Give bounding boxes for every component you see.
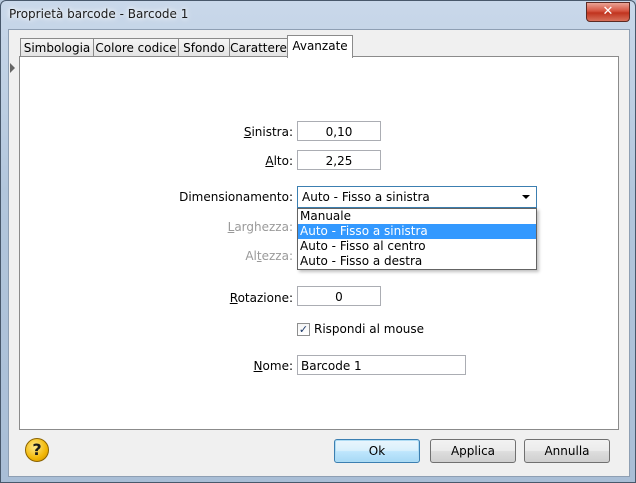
applica-button[interactable]: Applica (430, 439, 516, 463)
rotazione-label: Rotazione: (229, 291, 293, 305)
chevron-down-icon[interactable] (522, 195, 530, 199)
ok-button[interactable]: Ok (334, 439, 420, 463)
nome-label: Nome: (253, 359, 293, 373)
sinistra-label: Sinistra: (243, 125, 293, 139)
sinistra-input[interactable]: 0,10 (297, 121, 381, 141)
dimensionamento-selected-value: Auto - Fisso a sinistra (302, 190, 430, 204)
tab-avanzate[interactable]: Avanzate (287, 35, 353, 58)
dimensionamento-label: Dimensionamento: (179, 190, 293, 204)
dimensionamento-dropdown-list: Manuale Auto - Fisso a sinistra Auto - F… (297, 208, 537, 270)
title-bar[interactable]: Proprietà barcode - Barcode 1 ✕ (1, 1, 635, 29)
close-button[interactable]: ✕ (586, 2, 630, 22)
window-title: Proprietà barcode - Barcode 1 (9, 7, 189, 21)
alto-label: Alto: (265, 154, 293, 168)
annulla-button[interactable]: Annulla (524, 439, 610, 463)
rispondi-mouse-checkbox[interactable]: ✓ (297, 323, 310, 336)
alto-input[interactable]: 2,25 (297, 150, 381, 170)
nome-input[interactable]: Barcode 1 (297, 355, 466, 375)
rispondi-mouse-label[interactable]: Rispondi al mouse (314, 322, 424, 336)
option-auto-fisso-destra[interactable]: Auto - Fisso a destra (298, 254, 536, 269)
option-auto-fisso-sinistra[interactable]: Auto - Fisso a sinistra (298, 224, 536, 239)
option-manuale[interactable]: Manuale (298, 209, 536, 224)
tab-carattere[interactable]: Carattere (229, 38, 288, 57)
rotazione-input[interactable]: 0 (297, 286, 381, 306)
arrow-right-icon (10, 63, 15, 73)
tab-sfondo[interactable]: Sfondo (178, 38, 230, 57)
dialog-window: Proprietà barcode - Barcode 1 ✕ Simbolog… (0, 0, 636, 483)
help-icon[interactable]: ? (25, 438, 49, 462)
tab-colore-codice[interactable]: Colore codice (93, 38, 179, 57)
larghezza-label: Larghezza: (227, 220, 293, 234)
tab-simbologia[interactable]: Simbologia (20, 38, 94, 57)
dimensionamento-select[interactable]: Auto - Fisso a sinistra (297, 186, 537, 208)
option-auto-fisso-centro[interactable]: Auto - Fisso al centro (298, 239, 536, 254)
altezza-label: Altezza: (245, 249, 293, 263)
